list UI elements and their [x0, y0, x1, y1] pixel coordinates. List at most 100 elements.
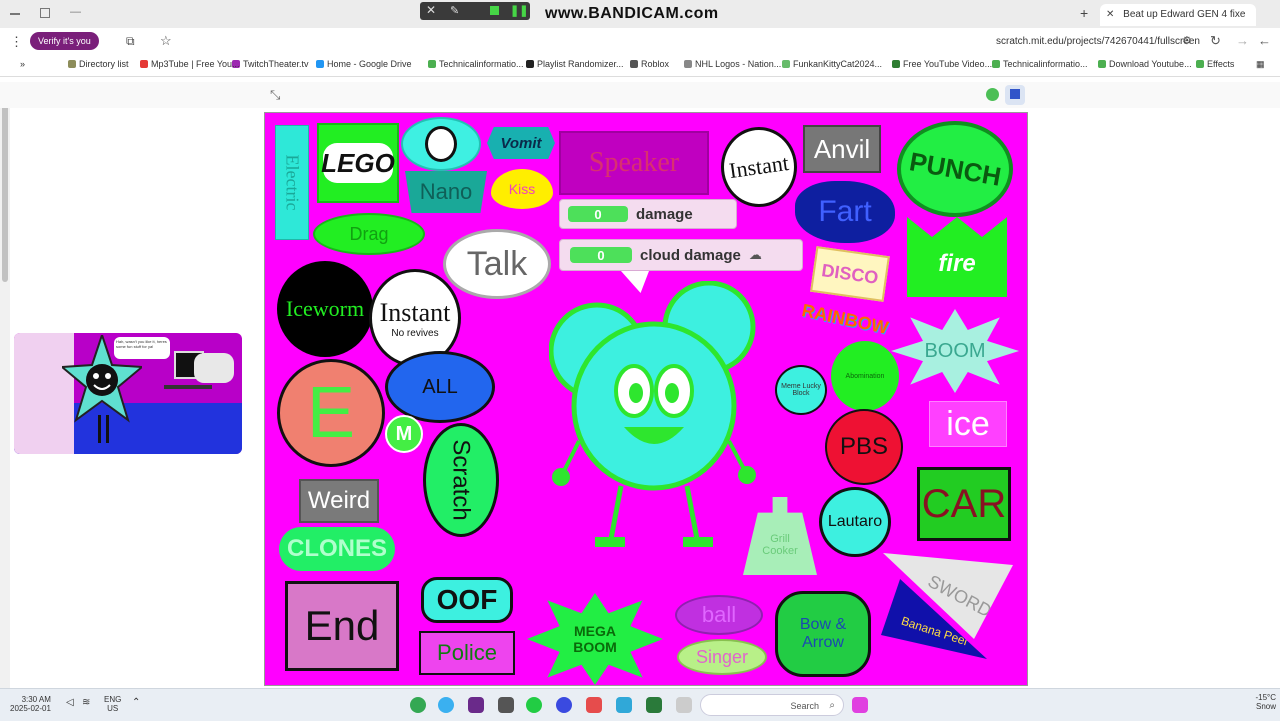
cloud-damage-label: cloud damage — [640, 246, 741, 264]
sprite-oof[interactable]: OOF — [421, 577, 513, 623]
sprite-car[interactable]: CAR — [917, 467, 1011, 541]
sprite-nano[interactable]: Nano — [405, 171, 487, 213]
sprite-instant-1[interactable]: Instant — [721, 127, 797, 207]
bookmark-item[interactable]: Effects — [1196, 59, 1234, 69]
sprite-rainbow[interactable]: RAINBOW — [800, 300, 890, 338]
bandicam-pen-icon[interactable]: ✎ — [450, 4, 459, 17]
sprite-disco[interactable]: DISCO — [810, 246, 890, 302]
taskbar-app-icon[interactable] — [616, 697, 632, 713]
bookmark-item[interactable]: Free YouTube Video... — [892, 59, 992, 69]
sprite-electric[interactable]: Electric — [275, 125, 309, 240]
sprite-punch[interactable]: PUNCH — [897, 121, 1013, 217]
punch-label: PUNCH — [906, 145, 1004, 192]
sprite-boom[interactable]: BOOM — [891, 309, 1019, 393]
url-field[interactable]: scratch.mit.edu/projects/742670441/fulls… — [900, 33, 1200, 51]
menu-icon[interactable]: ⋮ — [10, 34, 23, 50]
sprite-vomit[interactable]: Vomit — [487, 127, 555, 159]
taskbar-app-icon[interactable] — [556, 697, 572, 713]
sprite-lego[interactable]: LEGO — [317, 123, 399, 203]
page-scrollbar[interactable] — [0, 82, 10, 688]
language-indicator[interactable]: ENG US — [104, 695, 121, 713]
bookmark-item[interactable]: Technicalinformatio... — [428, 59, 524, 69]
sprite-singer[interactable]: Singer — [677, 639, 767, 675]
taskbar-app-icon[interactable] — [468, 697, 484, 713]
window-close-icon[interactable]: — — [70, 6, 81, 18]
sprite-drag[interactable]: Drag — [313, 213, 425, 255]
bookmark-item[interactable]: NHL Logos - Nation... — [684, 59, 781, 69]
taskbar-search-box[interactable]: Search ⌕ — [700, 694, 844, 716]
tab-active[interactable]: ✕ Beat up Edward GEN 4 fixe — [1100, 4, 1256, 26]
sprite-pbs[interactable]: PBS — [825, 409, 903, 485]
sprite-speaker[interactable]: Speaker — [559, 131, 709, 195]
sprite-scratch[interactable]: Scratch — [423, 423, 499, 537]
wifi-icon[interactable]: ≋ — [82, 697, 90, 708]
extensions-icon[interactable]: ⧉ — [126, 34, 135, 49]
bookmark-item[interactable]: Roblox — [630, 59, 669, 69]
taskbar-app-icon[interactable] — [526, 697, 542, 713]
main-character-sprite[interactable] — [548, 280, 759, 553]
taskbar-app-icon[interactable] — [586, 697, 602, 713]
sprite-bow-arrow[interactable]: Bow & Arrow — [775, 591, 871, 677]
sprite-ice[interactable]: ice — [929, 401, 1007, 447]
sprite-clones[interactable]: CLONES — [279, 527, 395, 571]
reload-icon[interactable]: ↻ — [1210, 33, 1221, 49]
sprite-e[interactable]: E — [277, 359, 385, 467]
bookmark-item[interactable]: Directory list — [68, 59, 129, 69]
bookmark-item[interactable]: Playlist Randomizer... — [526, 59, 624, 69]
sprite-iceworm[interactable]: Iceworm — [277, 261, 373, 357]
taskbar-app-icon[interactable] — [438, 697, 454, 713]
taskbar-app-icon[interactable] — [676, 697, 692, 713]
bookmark-star-icon[interactable]: ☆ — [160, 33, 172, 49]
apps-grid-icon[interactable]: ▦ — [1256, 59, 1265, 70]
weather-widget[interactable]: -15°C Snow — [1220, 693, 1276, 717]
tab-close-icon[interactable]: ✕ — [1106, 9, 1114, 20]
new-tab-button[interactable]: + — [1080, 5, 1088, 21]
sprite-mega-boom[interactable]: MEGA BOOM — [527, 593, 663, 685]
exit-fullscreen-icon[interactable]: ⤡ — [270, 87, 280, 103]
sprite-police[interactable]: Police — [419, 631, 515, 675]
bookmark-item[interactable]: Technicalinformatio... — [992, 59, 1088, 69]
bandicam-close-icon[interactable]: ✕ — [426, 3, 436, 17]
taskbar-app-icon[interactable] — [646, 697, 662, 713]
site-settings-icon[interactable]: ⚙ — [1182, 34, 1192, 47]
window-minimize-icon[interactable] — [10, 13, 20, 15]
bandicam-pause-icon[interactable]: ❚❚ — [510, 4, 528, 17]
window-restore-icon[interactable] — [40, 8, 50, 18]
sprite-end[interactable]: End — [285, 581, 399, 671]
sprite-mask[interactable] — [401, 117, 481, 171]
sprite-lautaro[interactable]: Lautaro — [819, 487, 891, 557]
sprite-m-ball[interactable]: M — [385, 415, 423, 453]
bookmark-item[interactable]: Mp3Tube | Free You... — [140, 59, 240, 69]
sprite-weird[interactable]: Weird — [299, 479, 379, 523]
back-icon[interactable]: ← — [1258, 33, 1271, 48]
bookmark-item[interactable]: TwitchTheater.tv — [232, 59, 309, 69]
sprite-kiss[interactable]: Kiss — [491, 169, 553, 209]
taskbar-app-icon[interactable] — [498, 697, 514, 713]
bookmark-item[interactable]: Download Youtube... — [1098, 59, 1192, 69]
sprite-abomination[interactable]: Abomination — [831, 341, 899, 411]
show-hidden-icons[interactable]: ⌃ — [132, 697, 140, 708]
profile-verify-button[interactable]: Verify it's you — [30, 32, 99, 50]
sprite-talk[interactable]: Talk — [443, 229, 551, 299]
forward-icon[interactable]: → — [1236, 33, 1249, 48]
stop-button[interactable] — [986, 88, 999, 101]
bandicam-stop-icon[interactable] — [490, 6, 499, 15]
volume-icon[interactable]: ◁ — [66, 697, 74, 708]
sprite-fire[interactable]: fire — [907, 217, 1007, 297]
url-text: scratch.mit.edu/projects/742670441/fulls… — [995, 36, 1200, 47]
scratch-label: Scratch — [448, 439, 475, 521]
sprite-ball[interactable]: ball — [675, 595, 763, 635]
bookmark-item[interactable]: FunkanKittyCat2024... — [782, 59, 882, 69]
scratch-stage[interactable]: Electric LEGO Vomit Speaker Instant Anvi… — [264, 112, 1028, 686]
bookmarks-more-icon[interactable]: » — [20, 59, 25, 69]
windows-start-icon[interactable] — [852, 697, 868, 713]
clock[interactable]: 3:30 AM 2025-02-01 — [10, 695, 51, 713]
sprite-anvil[interactable]: Anvil — [803, 125, 881, 173]
sprite-fart[interactable]: Fart — [795, 181, 895, 243]
sprite-all[interactable]: ALL — [385, 351, 495, 423]
lego-badge: LEGO — [321, 143, 395, 183]
chrome-icon[interactable] — [410, 697, 426, 713]
green-flag-button[interactable] — [1005, 85, 1025, 105]
sprite-meme-lucky-block[interactable]: Meme Lucky Block — [775, 365, 827, 415]
bookmark-item[interactable]: Home - Google Drive — [316, 59, 412, 69]
